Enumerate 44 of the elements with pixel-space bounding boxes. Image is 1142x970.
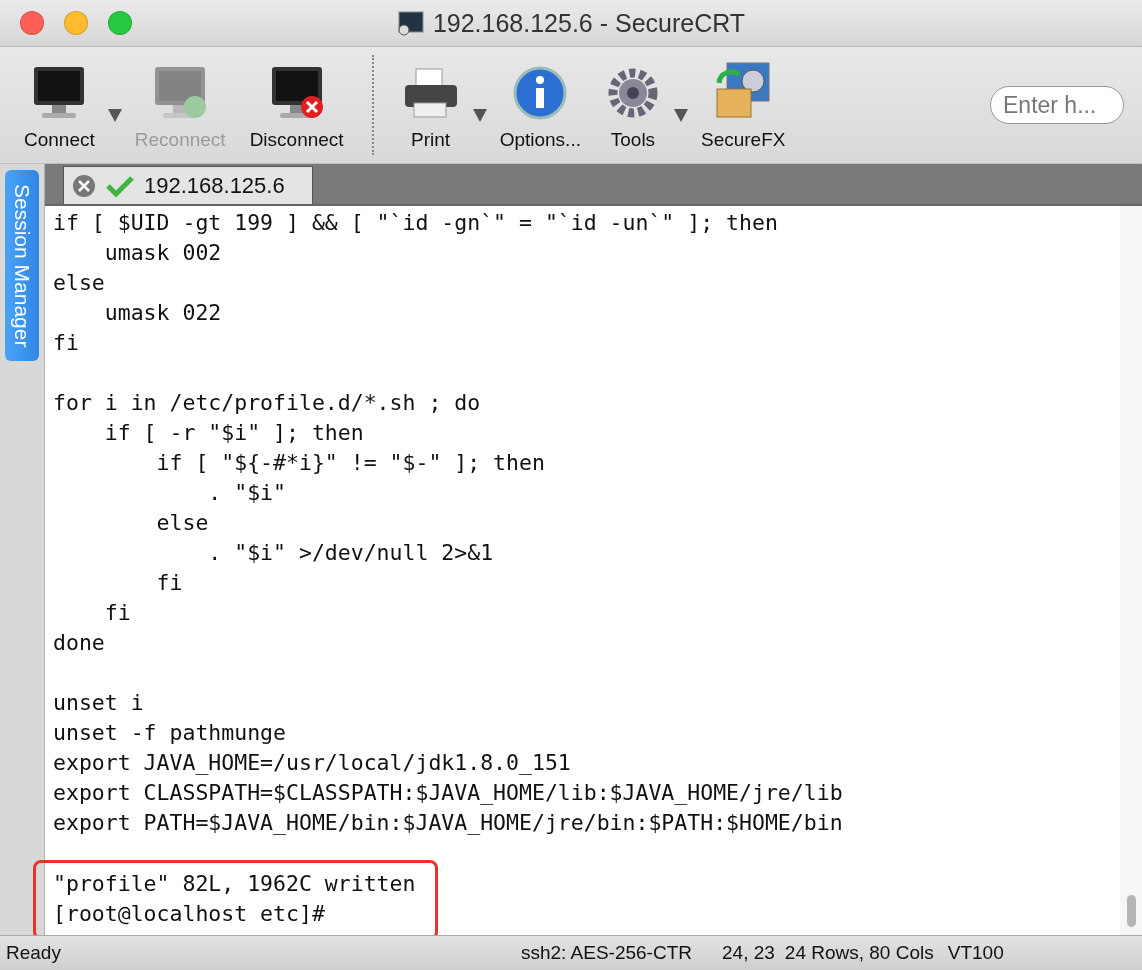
toolbar-button[interactable]: Disconnect (237, 47, 356, 163)
session-tab[interactable]: 192.168.125.6 (63, 166, 313, 204)
info-icon (512, 65, 569, 121)
toolbar-button[interactable]: Connect (12, 47, 107, 163)
terminal-line: fi (53, 329, 80, 357)
terminal-line: if [ $UID -gt 199 ] && [ "`id -gn`" = "`id -un`" ]; then (53, 209, 778, 237)
cipher-text: ssh2: AES-256-CTR (520, 942, 692, 964)
zoom-button[interactable] (108, 11, 132, 35)
terminal-line: export CLASSPATH=$CLASSPATH:$JAVA_HOME/lib:$JAVA_HOME/jre/lib (53, 779, 843, 807)
terminal-line: fi (155, 569, 184, 597)
help-search-field[interactable]: Enter h... (990, 86, 1124, 124)
terminal-line: done (53, 629, 106, 657)
cursor-position: 24, 23 (722, 942, 775, 964)
terminal-line: "profile" 82L, 1962C written (53, 870, 416, 898)
dropdown-caret-icon[interactable] (672, 107, 689, 123)
terminal-line: export PATH=$JAVA_HOME/bin:$JAVA_HOME/jre/bin:$PATH:$HOME/bin (53, 809, 843, 837)
window-title: 192.168.125.6 - SecureCRT (432, 8, 746, 38)
terminal-line: if [ -r "$i" ]; then (103, 419, 365, 447)
status-text: Ready (6, 942, 61, 964)
terminal-line: for i in /etc/profile.d/*.sh ; do (53, 389, 482, 417)
toolbar-button[interactable]: Print (389, 47, 472, 163)
emulation-text: VT100 (947, 942, 1004, 964)
terminal-line: else (155, 509, 210, 537)
close-icon[interactable] (72, 173, 96, 198)
terminal-line: export JAVA_HOME=/usr/local/jdk1.8.0_151 (53, 749, 572, 777)
dropdown-caret-icon[interactable] (106, 107, 123, 123)
dropdown-caret-icon[interactable] (471, 107, 488, 123)
terminal-line: umask 022 (103, 299, 223, 327)
terminal-app-icon (396, 9, 425, 37)
terminal-line: fi (103, 599, 132, 627)
toolbar-button[interactable]: Options... (487, 47, 593, 163)
terminal-line: . "$i" >/dev/null 2>&1 (207, 539, 495, 567)
toolbar-button[interactable]: Tools (592, 47, 673, 163)
terminal-line: . "$i" (207, 479, 287, 507)
terminal-line: unset i (53, 689, 145, 717)
scrollbar[interactable] (1120, 206, 1142, 935)
terminal-line: unset -f pathmunge (53, 719, 287, 747)
terminal-line: [root@localhost etc]# (53, 900, 326, 928)
close-button[interactable] (20, 11, 44, 35)
terminal-size: 24 Rows, 80 Cols (784, 942, 934, 964)
terminal-line: if [ "${-#*i}" != "$-" ]; then (155, 449, 545, 477)
toolbar-button[interactable]: SecureFX (688, 47, 798, 163)
terminal-line: else (53, 269, 106, 297)
terminal-line: umask 002 (103, 239, 223, 267)
